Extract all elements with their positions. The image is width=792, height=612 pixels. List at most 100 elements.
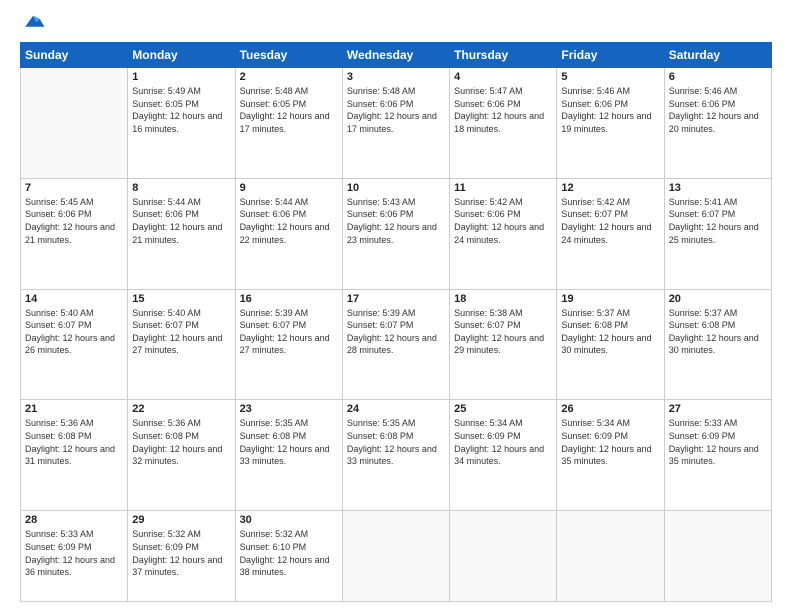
day-info: Sunrise: 5:44 AMSunset: 6:06 PMDaylight:… [240,196,338,246]
day-number: 5 [561,71,659,83]
day-number: 22 [132,403,230,415]
day-number: 12 [561,182,659,194]
calendar-cell: 8 Sunrise: 5:44 AMSunset: 6:06 PMDaylight… [128,178,235,289]
weekday-header-thursday: Thursday [450,43,557,68]
calendar-cell: 4 Sunrise: 5:47 AMSunset: 6:06 PMDaylight… [450,68,557,179]
weekday-header-friday: Friday [557,43,664,68]
weekday-header-wednesday: Wednesday [342,43,449,68]
day-number: 15 [132,293,230,305]
calendar-cell: 30 Sunrise: 5:32 AMSunset: 6:10 PMDayligh… [235,511,342,602]
calendar-cell [342,511,449,602]
day-number: 14 [25,293,123,305]
day-number: 10 [347,182,445,194]
calendar-cell: 11 Sunrise: 5:42 AMSunset: 6:06 PMDayligh… [450,178,557,289]
day-number: 18 [454,293,552,305]
day-number: 29 [132,514,230,526]
calendar-cell [21,68,128,179]
day-info: Sunrise: 5:33 AMSunset: 6:09 PMDaylight:… [669,417,767,467]
day-number: 19 [561,293,659,305]
calendar-week-row: 14 Sunrise: 5:40 AMSunset: 6:07 PMDayligh… [21,289,772,400]
weekday-header-saturday: Saturday [664,43,771,68]
day-info: Sunrise: 5:34 AMSunset: 6:09 PMDaylight:… [561,417,659,467]
day-number: 9 [240,182,338,194]
day-number: 2 [240,71,338,83]
day-number: 24 [347,403,445,415]
day-number: 20 [669,293,767,305]
calendar-cell: 14 Sunrise: 5:40 AMSunset: 6:07 PMDayligh… [21,289,128,400]
day-number: 11 [454,182,552,194]
day-info: Sunrise: 5:40 AMSunset: 6:07 PMDaylight:… [132,307,230,357]
calendar-cell: 5 Sunrise: 5:46 AMSunset: 6:06 PMDaylight… [557,68,664,179]
day-number: 16 [240,293,338,305]
day-number: 21 [25,403,123,415]
calendar-cell: 15 Sunrise: 5:40 AMSunset: 6:07 PMDayligh… [128,289,235,400]
calendar-table: SundayMondayTuesdayWednesdayThursdayFrid… [20,42,772,602]
calendar-cell: 23 Sunrise: 5:35 AMSunset: 6:08 PMDayligh… [235,400,342,511]
calendar-cell: 10 Sunrise: 5:43 AMSunset: 6:06 PMDayligh… [342,178,449,289]
day-info: Sunrise: 5:40 AMSunset: 6:07 PMDaylight:… [25,307,123,357]
day-number: 7 [25,182,123,194]
day-info: Sunrise: 5:36 AMSunset: 6:08 PMDaylight:… [132,417,230,467]
day-number: 26 [561,403,659,415]
day-number: 27 [669,403,767,415]
day-info: Sunrise: 5:46 AMSunset: 6:06 PMDaylight:… [669,85,767,135]
day-number: 3 [347,71,445,83]
calendar-cell: 17Sunrise: 5:39 AMSunset: 6:07 PMDayligh… [342,289,449,400]
calendar-cell: 24 Sunrise: 5:35 AMSunset: 6:08 PMDayligh… [342,400,449,511]
day-info: Sunrise: 5:47 AMSunset: 6:06 PMDaylight:… [454,85,552,135]
day-info: Sunrise: 5:35 AMSunset: 6:08 PMDaylight:… [347,417,445,467]
calendar-cell [664,511,771,602]
calendar-cell: 19 Sunrise: 5:37 AMSunset: 6:08 PMDayligh… [557,289,664,400]
calendar-cell: 28Sunrise: 5:33 AMSunset: 6:09 PMDayligh… [21,511,128,602]
calendar-cell: 20 Sunrise: 5:37 AMSunset: 6:08 PMDayligh… [664,289,771,400]
day-info: Sunrise: 5:35 AMSunset: 6:08 PMDaylight:… [240,417,338,467]
day-number: 4 [454,71,552,83]
day-info: Sunrise: 5:37 AMSunset: 6:08 PMDaylight:… [561,307,659,357]
day-info: Sunrise: 5:38 AMSunset: 6:07 PMDaylight:… [454,307,552,357]
day-info: Sunrise: 5:45 AMSunset: 6:06 PMDaylight:… [25,196,123,246]
calendar-cell: 25 Sunrise: 5:34 AMSunset: 6:09 PMDayligh… [450,400,557,511]
weekday-header-row: SundayMondayTuesdayWednesdayThursdayFrid… [21,43,772,68]
day-info: Sunrise: 5:42 AMSunset: 6:07 PMDaylight:… [561,196,659,246]
calendar-cell: 9 Sunrise: 5:44 AMSunset: 6:06 PMDaylight… [235,178,342,289]
day-number: 25 [454,403,552,415]
day-info: Sunrise: 5:37 AMSunset: 6:08 PMDaylight:… [669,307,767,357]
calendar-week-row: 1 Sunrise: 5:49 AMSunset: 6:05 PMDaylight… [21,68,772,179]
calendar-cell [557,511,664,602]
calendar-cell: 2Sunrise: 5:48 AMSunset: 6:05 PMDaylight… [235,68,342,179]
calendar-cell: 13Sunrise: 5:41 AMSunset: 6:07 PMDayligh… [664,178,771,289]
day-info: Sunrise: 5:48 AMSunset: 6:06 PMDaylight:… [347,85,445,135]
calendar-week-row: 28Sunrise: 5:33 AMSunset: 6:09 PMDayligh… [21,511,772,602]
day-info: Sunrise: 5:34 AMSunset: 6:09 PMDaylight:… [454,417,552,467]
calendar-cell: 7 Sunrise: 5:45 AMSunset: 6:06 PMDaylight… [21,178,128,289]
day-number: 23 [240,403,338,415]
calendar-week-row: 7 Sunrise: 5:45 AMSunset: 6:06 PMDaylight… [21,178,772,289]
day-number: 13 [669,182,767,194]
calendar-cell [450,511,557,602]
weekday-header-sunday: Sunday [21,43,128,68]
calendar-cell: 21 Sunrise: 5:36 AMSunset: 6:08 PMDayligh… [21,400,128,511]
day-info: Sunrise: 5:36 AMSunset: 6:08 PMDaylight:… [25,417,123,467]
calendar-cell: 22 Sunrise: 5:36 AMSunset: 6:08 PMDayligh… [128,400,235,511]
calendar-cell: 3 Sunrise: 5:48 AMSunset: 6:06 PMDaylight… [342,68,449,179]
day-number: 30 [240,514,338,526]
day-info: Sunrise: 5:46 AMSunset: 6:06 PMDaylight:… [561,85,659,135]
day-info: Sunrise: 5:39 AMSunset: 6:07 PMDaylight:… [347,307,445,357]
day-info: Sunrise: 5:32 AMSunset: 6:09 PMDaylight:… [132,528,230,578]
day-info: Sunrise: 5:49 AMSunset: 6:05 PMDaylight:… [132,85,230,135]
calendar-cell: 29 Sunrise: 5:32 AMSunset: 6:09 PMDayligh… [128,511,235,602]
day-info: Sunrise: 5:32 AMSunset: 6:10 PMDaylight:… [240,528,338,578]
page: SundayMondayTuesdayWednesdayThursdayFrid… [0,0,792,612]
calendar-cell: 18 Sunrise: 5:38 AMSunset: 6:07 PMDayligh… [450,289,557,400]
day-number: 6 [669,71,767,83]
day-number: 8 [132,182,230,194]
weekday-header-tuesday: Tuesday [235,43,342,68]
day-info: Sunrise: 5:43 AMSunset: 6:06 PMDaylight:… [347,196,445,246]
day-info: Sunrise: 5:39 AMSunset: 6:07 PMDaylight:… [240,307,338,357]
day-info: Sunrise: 5:42 AMSunset: 6:06 PMDaylight:… [454,196,552,246]
calendar-cell: 6 Sunrise: 5:46 AMSunset: 6:06 PMDaylight… [664,68,771,179]
calendar-week-row: 21 Sunrise: 5:36 AMSunset: 6:08 PMDayligh… [21,400,772,511]
day-number: 1 [132,71,230,83]
calendar-cell: 1 Sunrise: 5:49 AMSunset: 6:05 PMDaylight… [128,68,235,179]
day-info: Sunrise: 5:44 AMSunset: 6:06 PMDaylight:… [132,196,230,246]
